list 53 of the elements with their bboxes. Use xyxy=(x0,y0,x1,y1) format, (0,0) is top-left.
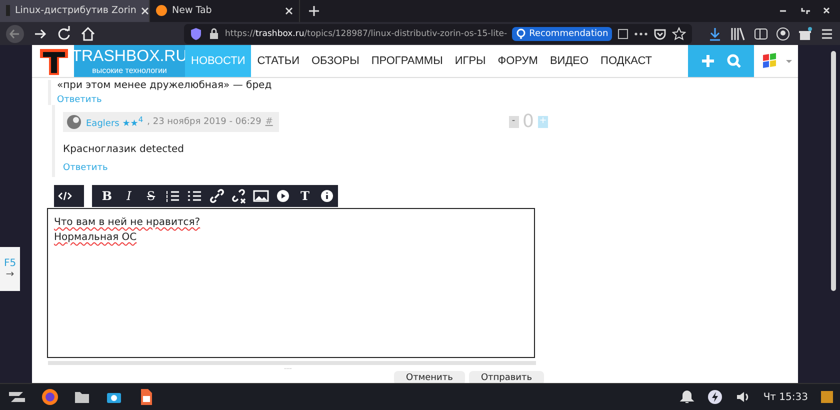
play-icon[interactable] xyxy=(272,185,294,208)
format-button[interactable]: T xyxy=(294,185,316,208)
address-bar[interactable]: https://trashbox.ru/topics/128987/linux-distributiv-zorin-os-15-lite- Recommendation xyxy=(184,24,692,44)
star-icon[interactable] xyxy=(672,26,686,41)
sidebar-icon[interactable] xyxy=(754,26,768,41)
browser-tab[interactable]: Linux-дистрибутив Zorin xyxy=(0,0,150,22)
nav-link[interactable]: ПРОГРАММЫ xyxy=(365,45,449,78)
url-text: https://trashbox.ru/topics/128987/linux-distributiv-zorin-os-15-lite- xyxy=(225,28,508,39)
gift-icon[interactable] xyxy=(798,26,812,41)
f5-side-tab[interactable]: F5 → xyxy=(0,247,20,292)
comment-date: , 23 ноября 2019 - 06:29 xyxy=(147,116,262,127)
info-icon[interactable] xyxy=(316,185,338,208)
power-icon[interactable] xyxy=(707,389,724,406)
nav-link[interactable]: СТАТЬИ xyxy=(251,45,306,78)
recommendation-button[interactable]: Recommendation xyxy=(512,26,612,41)
comment-text: Красноглазик detected xyxy=(63,144,186,156)
lock-icon xyxy=(208,28,220,40)
close-icon[interactable] xyxy=(285,6,293,15)
back-icon[interactable] xyxy=(6,24,24,43)
vote-down-button[interactable]: - xyxy=(508,116,519,128)
account-icon[interactable] xyxy=(776,26,790,41)
nav-link[interactable]: ИГРЫ xyxy=(448,45,492,78)
lightbulb-icon xyxy=(516,28,526,40)
nav-link[interactable]: ВИДЕО xyxy=(544,45,595,78)
scrollbar-thumb[interactable] xyxy=(831,51,836,292)
close-icon[interactable] xyxy=(141,6,150,15)
home-icon[interactable] xyxy=(80,26,96,42)
browser-icon[interactable] xyxy=(40,387,60,408)
unlink-icon[interactable] xyxy=(228,185,250,208)
menu-icon[interactable] xyxy=(820,26,834,41)
format-button[interactable]: S xyxy=(140,185,162,208)
format-button[interactable]: I xyxy=(118,185,140,208)
resize-handle[interactable] xyxy=(48,361,536,366)
comment-text: «при этом менее дружелюбная» — бред xyxy=(57,80,273,92)
image-icon[interactable] xyxy=(250,185,272,208)
clock-text: Чт 15:33 xyxy=(763,392,808,403)
nav-link[interactable]: ПОДКАСТ xyxy=(594,45,658,78)
pocket-icon[interactable] xyxy=(653,26,668,41)
brand-title: TRASHBOX.RU xyxy=(72,48,188,66)
new-tab-icon[interactable] xyxy=(308,4,320,17)
library-icon[interactable] xyxy=(730,26,746,41)
shield-icon xyxy=(189,26,203,41)
format-button[interactable]: B xyxy=(92,185,118,208)
nav-link[interactable]: ОБЗОРЫ xyxy=(306,45,366,78)
code-icon[interactable] xyxy=(54,185,84,208)
download-icon[interactable] xyxy=(708,26,722,41)
more-icon[interactable] xyxy=(634,32,648,36)
reader-view-icon[interactable] xyxy=(617,28,630,40)
comment-input-field[interactable]: Что вам в ней не нравится? Нормальная ОС xyxy=(47,208,535,358)
reload-icon[interactable] xyxy=(56,26,72,42)
notification-icon[interactable] xyxy=(679,389,696,406)
nav-link[interactable]: ФОРУМ xyxy=(492,45,544,78)
brand-subtitle: высокие технологии xyxy=(92,66,167,75)
